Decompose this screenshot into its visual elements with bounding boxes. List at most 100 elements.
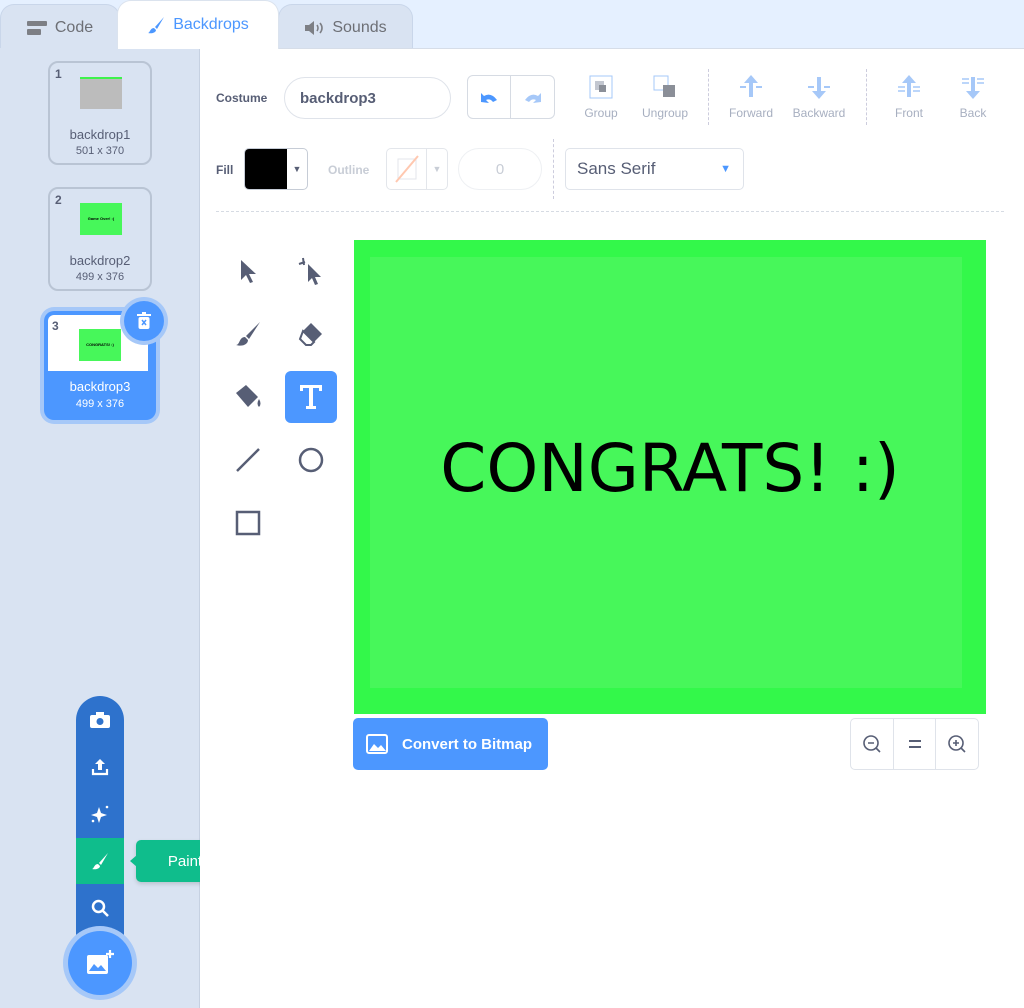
ungroup-icon [653, 75, 675, 97]
eraser-icon [298, 323, 322, 346]
upload-icon [91, 759, 109, 776]
tab-code[interactable]: Code [0, 4, 120, 50]
undo-button[interactable] [468, 76, 511, 118]
group-label: Group [584, 106, 618, 120]
divider [216, 211, 1004, 212]
backdrop-name: backdrop2 [69, 253, 131, 268]
fill-tool[interactable] [222, 371, 274, 423]
undo-redo-group [467, 75, 555, 119]
arrow-cursor-icon [241, 260, 256, 283]
rectangle-icon [235, 510, 261, 536]
outline-color-picker[interactable]: ▼ [386, 148, 448, 190]
search-button[interactable] [76, 885, 124, 931]
back-icon [962, 77, 984, 99]
ungroup-label: Ungroup [641, 106, 689, 120]
eraser-tool[interactable] [285, 308, 337, 360]
front-label: Front [894, 106, 923, 120]
chevron-down-icon: ▼ [432, 164, 442, 174]
backdrop-item-2[interactable]: 2 Game Over! :( backdrop2 499 x 376 [48, 187, 152, 291]
brush-tool[interactable] [222, 308, 274, 360]
code-blocks-icon [26, 20, 47, 35]
delete-button[interactable] [124, 301, 164, 341]
back-button[interactable]: Back [938, 73, 1008, 120]
tab-bar: Code Backdrops Sounds [0, 0, 1024, 50]
camera-icon [90, 712, 110, 728]
reshape-tool[interactable] [285, 245, 337, 297]
trash-icon [137, 312, 151, 329]
backdrop-index: 2 [55, 193, 62, 207]
backdrop-thumbnail: CONGRATS! :) [79, 329, 121, 361]
zoom-in-icon [948, 735, 966, 753]
backdrop-list: 1 backdrop1 501 x 370 2 Game Over! :( ba… [0, 48, 234, 1008]
equals-icon [908, 740, 921, 748]
tab-label: Backdrops [173, 16, 249, 33]
backdrop-size: 501 x 370 [75, 145, 125, 157]
fill-swatch [245, 149, 287, 189]
circle-icon [298, 447, 324, 473]
line-tool[interactable] [222, 434, 274, 486]
backward-icon [808, 77, 830, 99]
forward-label: Forward [728, 106, 773, 120]
backdrop-thumbnail [80, 77, 122, 109]
forward-button[interactable]: Forward [716, 73, 786, 120]
backdrop-index: 3 [52, 319, 59, 333]
backward-label: Backward [792, 106, 846, 120]
zoom-reset-button[interactable] [894, 719, 937, 769]
choose-backdrop-button[interactable] [68, 931, 132, 995]
add-image-icon [87, 950, 114, 974]
front-button[interactable]: Front [874, 73, 944, 120]
backdrop-name: backdrop1 [69, 127, 131, 142]
no-outline-swatch [387, 149, 427, 189]
surprise-button[interactable] [76, 791, 124, 837]
fill-color-picker[interactable]: ▼ [244, 148, 308, 190]
outline-width-input[interactable]: 0 [458, 148, 542, 190]
zoom-controls [850, 718, 979, 770]
tooltip-arrow [130, 855, 137, 867]
speaker-icon [305, 20, 324, 35]
tab-label: Code [54, 18, 94, 36]
zoom-in-button[interactable] [936, 719, 978, 769]
select-tool[interactable] [222, 245, 274, 297]
front-icon [898, 75, 920, 97]
tab-backdrops[interactable]: Backdrops [117, 0, 279, 49]
divider [553, 139, 554, 199]
convert-to-bitmap-button[interactable]: Convert to Bitmap [353, 718, 548, 770]
backdrop-index: 1 [55, 67, 62, 81]
zoom-out-icon [863, 735, 881, 753]
paintbrush-icon [148, 17, 165, 34]
redo-icon [524, 93, 541, 103]
backdrop-size: 499 x 376 [75, 398, 125, 410]
brush-icon [236, 322, 260, 346]
costume-label: Costume [216, 91, 268, 105]
font-dropdown[interactable]: Sans Serif ▼ [565, 148, 744, 190]
forward-icon [740, 75, 762, 97]
paint-button[interactable] [76, 838, 124, 884]
tab-sounds[interactable]: Sounds [278, 4, 413, 50]
tab-label: Sounds [332, 18, 387, 36]
zoom-out-button[interactable] [851, 719, 894, 769]
group-button[interactable]: Group [566, 73, 636, 120]
backdrop-item-1[interactable]: 1 backdrop1 501 x 370 [48, 61, 152, 165]
fill-label: Fill [216, 163, 234, 177]
rectangle-tool[interactable] [222, 497, 274, 549]
ungroup-button[interactable]: Ungroup [630, 73, 700, 120]
chevron-down-icon: ▼ [720, 163, 731, 175]
circle-tool[interactable] [285, 434, 337, 486]
paint-editor: Costume Group Ungroup Forward Backward F… [200, 48, 1024, 1008]
text-icon [300, 385, 322, 409]
backdrop-name: backdrop3 [69, 379, 131, 394]
text-tool[interactable] [285, 371, 337, 423]
chevron-down-icon: ▼ [292, 164, 302, 174]
backward-button[interactable]: Backward [784, 73, 854, 120]
image-icon [366, 734, 388, 754]
costume-name-input[interactable] [284, 77, 451, 119]
undo-icon [481, 93, 497, 103]
canvas-text[interactable]: CONGRATS! :) [354, 430, 986, 507]
paint-canvas[interactable]: CONGRATS! :) [354, 240, 986, 714]
camera-button[interactable] [76, 697, 124, 743]
back-label: Back [959, 106, 987, 120]
redo-button[interactable] [511, 76, 554, 118]
divider [708, 69, 709, 125]
sparkles-icon [91, 805, 109, 823]
upload-button[interactable] [76, 744, 124, 790]
